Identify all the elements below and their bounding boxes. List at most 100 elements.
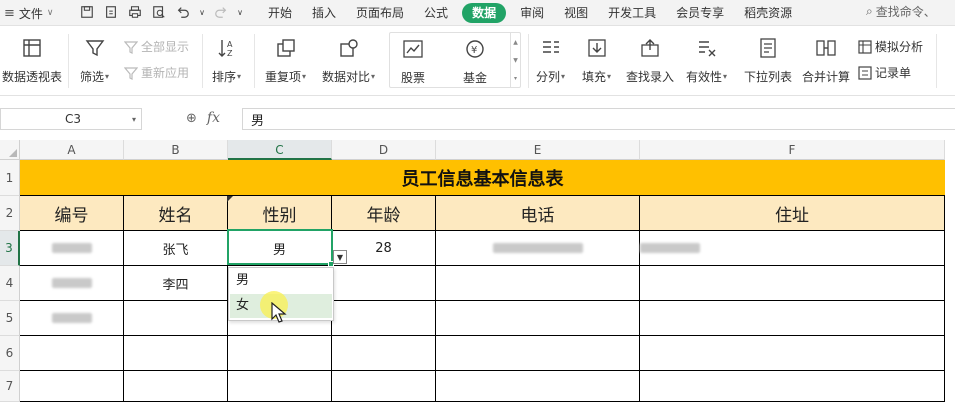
- chevron-down-icon[interactable]: ▼: [513, 57, 518, 64]
- row-header-7[interactable]: 7: [0, 371, 20, 402]
- header-cell-address[interactable]: 住址: [640, 196, 945, 231]
- record-form-button[interactable]: 记录单: [858, 64, 911, 81]
- cell-c3[interactable]: 男: [228, 231, 332, 266]
- column-header-f[interactable]: F: [640, 140, 945, 160]
- file-menu[interactable]: ≡ 文件 ∨: [4, 4, 54, 22]
- row-header-6[interactable]: 6: [0, 336, 20, 371]
- fund-button[interactable]: ¥ 基金: [462, 35, 488, 86]
- tab-member[interactable]: 会员专享: [666, 3, 734, 23]
- cell-b5[interactable]: [124, 301, 228, 336]
- tab-home[interactable]: 开始: [258, 3, 302, 23]
- column-header-d[interactable]: D: [332, 140, 436, 160]
- cell-b3[interactable]: 张飞: [124, 231, 228, 266]
- fill-button[interactable]: 填充 ▾: [582, 34, 611, 85]
- cell-a3[interactable]: [20, 231, 124, 266]
- gallery-scroll[interactable]: ▲ ▼ ▾: [510, 33, 520, 87]
- data-compare-icon: [336, 34, 362, 62]
- tab-developer[interactable]: 开发工具: [598, 3, 666, 23]
- ribbon-separator: [68, 34, 69, 88]
- lookup-entry-button[interactable]: 查找录入: [626, 34, 674, 85]
- cell-e5[interactable]: [436, 301, 640, 336]
- cell-d6[interactable]: [332, 336, 436, 371]
- cell-a7[interactable]: [20, 371, 124, 402]
- tab-insert[interactable]: 插入: [302, 3, 346, 23]
- stock-button[interactable]: 股票: [400, 35, 426, 86]
- column-header-a[interactable]: A: [20, 140, 124, 160]
- header-cell-id[interactable]: 编号: [20, 196, 124, 231]
- header-cell-name[interactable]: 姓名: [124, 196, 228, 231]
- print-icon[interactable]: [126, 3, 144, 21]
- select-all-corner[interactable]: [0, 140, 20, 160]
- dropdown-option-male[interactable]: 男: [230, 269, 332, 293]
- header-cell-age[interactable]: 年龄: [332, 196, 436, 231]
- cell-f6[interactable]: [640, 336, 945, 371]
- undo-dropdown-icon[interactable]: ∨: [198, 3, 206, 21]
- cell-f7[interactable]: [640, 371, 945, 402]
- column-header-c[interactable]: C: [228, 140, 332, 160]
- cell-b6[interactable]: [124, 336, 228, 371]
- cell-d3[interactable]: 28: [332, 231, 436, 266]
- tab-docer[interactable]: 稻壳资源: [734, 3, 802, 23]
- dropdown-list-button[interactable]: 下拉列表: [744, 34, 792, 85]
- cell-a6[interactable]: [20, 336, 124, 371]
- show-all-button[interactable]: 全部显示: [124, 38, 189, 55]
- row-header-5[interactable]: 5: [0, 301, 20, 336]
- chevron-up-icon[interactable]: ▲: [513, 39, 518, 46]
- cell-c7[interactable]: [228, 371, 332, 402]
- row-header-3[interactable]: 3: [0, 231, 20, 266]
- expand-icon[interactable]: ▾: [514, 75, 517, 82]
- cell-b4[interactable]: 李四: [124, 266, 228, 301]
- pivot-table-button[interactable]: 数据透视表: [2, 34, 62, 85]
- tab-data[interactable]: 数据: [462, 3, 507, 23]
- column-header-b[interactable]: B: [124, 140, 228, 160]
- save-icon[interactable]: [78, 3, 96, 21]
- zoom-formula-icon[interactable]: ⊕: [186, 111, 197, 126]
- ribbon-separator: [528, 34, 529, 88]
- header-cell-gender[interactable]: 性别: [228, 196, 332, 231]
- consolidate-button[interactable]: 合并计算: [802, 34, 850, 85]
- command-search[interactable]: ⌕ 查找命令、: [866, 3, 936, 20]
- name-box[interactable]: C3 ▾: [0, 108, 142, 130]
- cell-e3[interactable]: [436, 231, 640, 266]
- cell-dropdown-arrow-icon[interactable]: ▼: [333, 250, 347, 264]
- row-header-1[interactable]: 1: [0, 160, 20, 196]
- redo-icon[interactable]: [212, 3, 230, 21]
- more-icon[interactable]: ∨: [236, 3, 244, 21]
- cell-b7[interactable]: [124, 371, 228, 402]
- cell-e7[interactable]: [436, 371, 640, 402]
- row-header-4[interactable]: 4: [0, 266, 20, 301]
- cell-c6[interactable]: [228, 336, 332, 371]
- filter-button[interactable]: 筛选 ▾: [80, 34, 109, 85]
- cell-d5[interactable]: [332, 301, 436, 336]
- cell-f4[interactable]: [640, 266, 945, 301]
- print-preview-icon[interactable]: [150, 3, 168, 21]
- cell-e6[interactable]: [436, 336, 640, 371]
- insert-function-icon[interactable]: fx: [207, 110, 220, 126]
- simulation-analysis-button[interactable]: 模拟分析: [858, 38, 923, 55]
- header-cell-phone[interactable]: 电话: [436, 196, 640, 231]
- cell-d7[interactable]: [332, 371, 436, 402]
- sort-button[interactable]: AZ 排序 ▾: [212, 34, 241, 85]
- reapply-button[interactable]: 重新应用: [124, 64, 189, 81]
- data-compare-button[interactable]: 数据对比 ▾: [322, 34, 375, 85]
- undo-icon[interactable]: [174, 3, 192, 21]
- cell-e4[interactable]: [436, 266, 640, 301]
- validity-button[interactable]: 有效性 ▾: [686, 34, 727, 85]
- tab-formulas[interactable]: 公式: [414, 3, 458, 23]
- cell-d4[interactable]: [332, 266, 436, 301]
- tab-review[interactable]: 审阅: [510, 3, 554, 23]
- cell-a4[interactable]: [20, 266, 124, 301]
- cell-f3[interactable]: [640, 231, 945, 266]
- sheet-title[interactable]: 员工信息基本信息表: [20, 160, 945, 196]
- duplicates-button[interactable]: 重复项 ▾: [265, 34, 306, 85]
- cell-a5[interactable]: [20, 301, 124, 336]
- split-column-button[interactable]: 分列 ▾: [536, 34, 565, 85]
- export-pdf-icon[interactable]: [102, 3, 120, 21]
- chevron-down-icon[interactable]: ▾: [127, 115, 141, 124]
- row-header-2[interactable]: 2: [0, 196, 20, 231]
- cell-f5[interactable]: [640, 301, 945, 336]
- tab-page-layout[interactable]: 页面布局: [346, 3, 414, 23]
- column-header-e[interactable]: E: [436, 140, 640, 160]
- formula-input[interactable]: 男: [242, 108, 955, 130]
- tab-view[interactable]: 视图: [554, 3, 598, 23]
